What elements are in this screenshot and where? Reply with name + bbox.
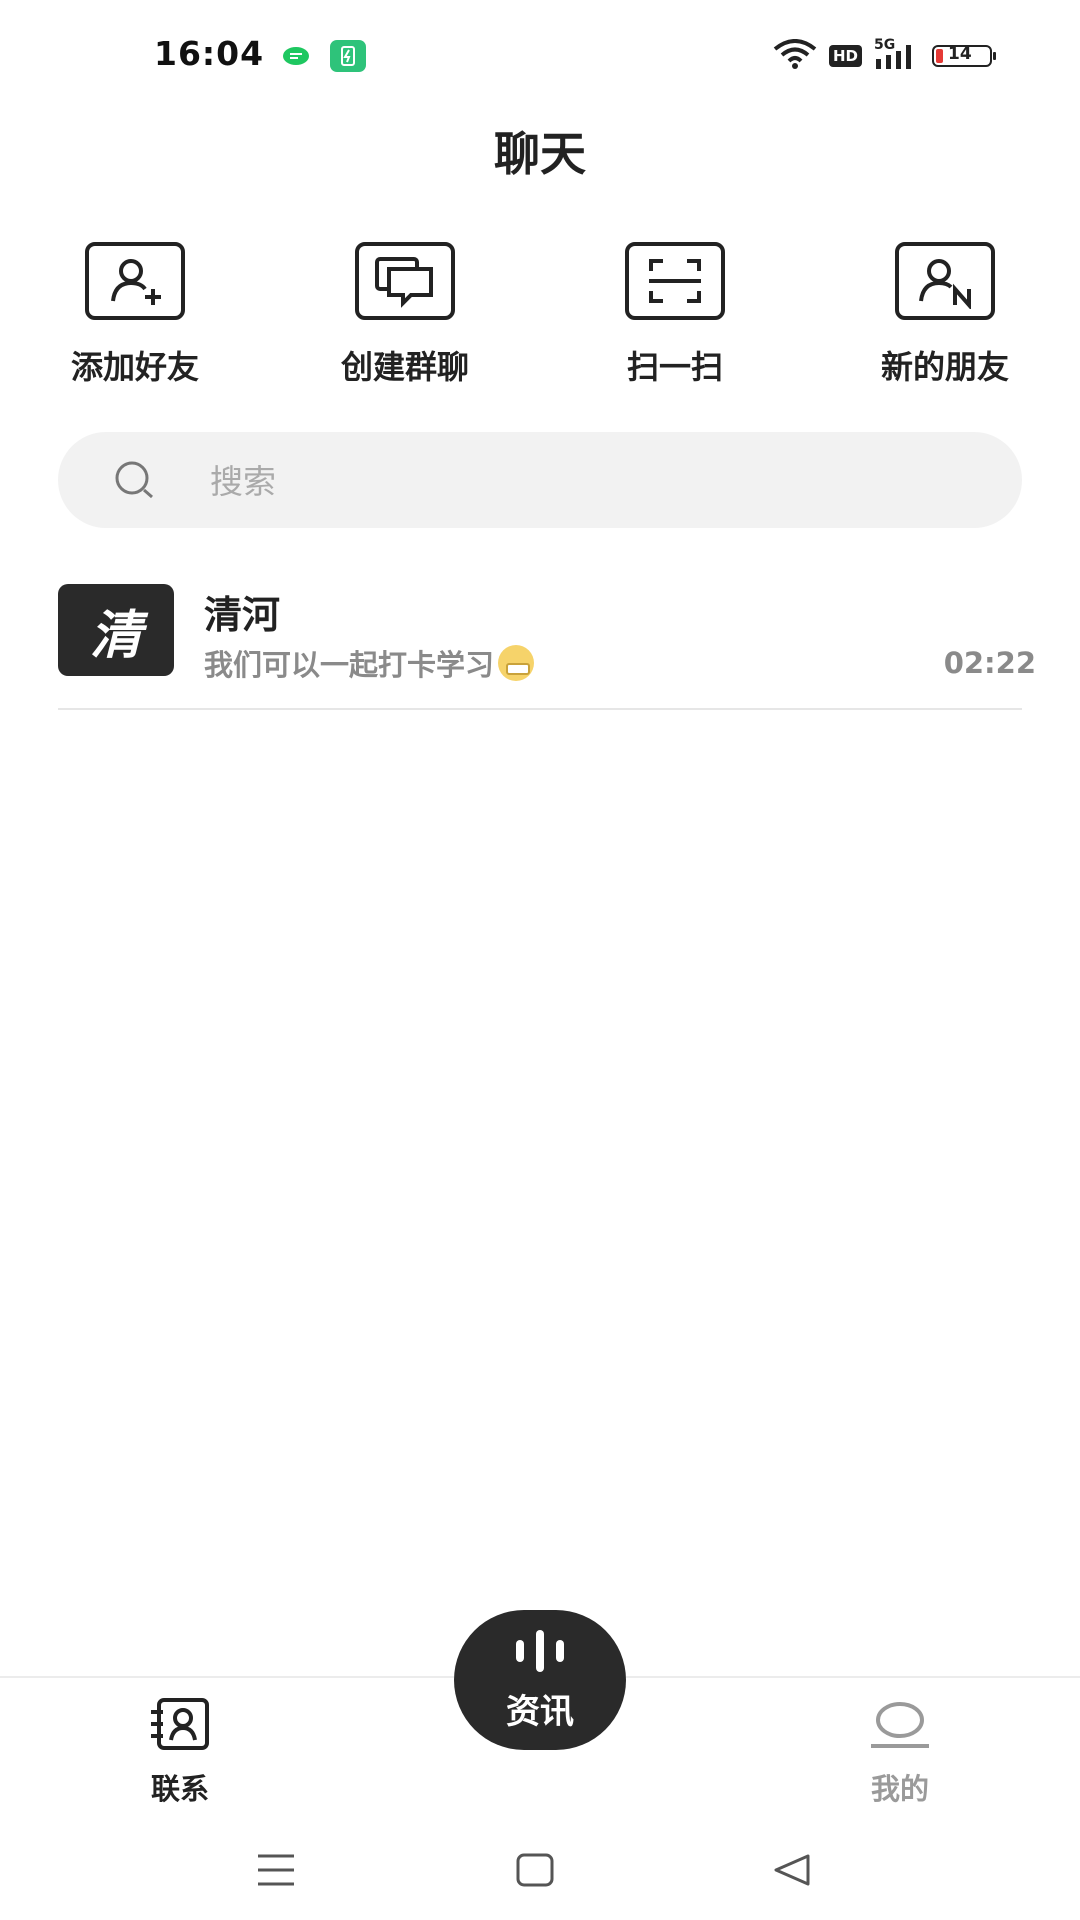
new-friends-button[interactable]: 新的朋友 [835,242,1055,388]
scan-label: 扫一扫 [626,348,723,386]
news-center-button[interactable]: 资讯 [454,1610,626,1750]
system-nav-bar [0,1830,1080,1920]
new-friend-icon [895,242,995,320]
chat-name: 清河 [204,593,281,637]
nav-mine-label: 我的 [870,1772,929,1806]
divider [58,708,1022,710]
add-friend-icon [85,242,185,320]
battery-icon: 14 [932,44,996,67]
back-icon[interactable] [772,1852,812,1892]
message-app-icon [282,46,310,70]
create-group-button[interactable]: 创建群聊 [295,242,515,388]
create-group-label: 创建群聊 [340,348,469,386]
hd-badge: HD [828,45,862,67]
chat-preview-text: 我们可以一起打卡学习 [204,648,495,682]
search-icon [114,460,158,504]
chat-time: 02:22 [943,646,1036,680]
profile-icon [865,1702,935,1756]
signal-icon: 5G [874,37,920,71]
nav-contacts[interactable]: 联系 [80,1696,280,1808]
status-time: 16:04 [154,34,265,73]
news-center-label: 资讯 [506,1691,574,1732]
menu-icon[interactable] [256,1852,296,1892]
quick-actions: 添加好友 创建群聊 扫一扫 新的朋友 [0,242,1080,402]
voice-bars-icon [510,1628,570,1676]
chat-list-item[interactable]: 清 清河 我们可以一起打卡学习 02:22 [58,584,1036,710]
add-friend-label: 添加好友 [70,348,199,386]
new-friends-label: 新的朋友 [880,348,1009,386]
page-title: 聊天 [494,127,586,181]
scan-button[interactable]: 扫一扫 [565,242,785,388]
network-type: 5G [874,37,896,53]
search-input[interactable] [208,454,992,508]
battery-saver-app-icon [330,40,366,76]
chat-preview: 我们可以一起打卡学习 [204,642,535,684]
group-chat-icon [355,242,455,320]
grin-emoji-icon [498,645,535,681]
nav-contacts-label: 联系 [150,1772,209,1806]
home-icon[interactable] [516,1852,554,1892]
avatar: 清 [58,584,174,676]
wifi-icon [773,39,817,73]
status-right-group: HD 5G 14 [773,36,996,76]
scan-icon [625,242,725,320]
status-bar: 16:04 HD 5G 14 [0,0,1080,110]
search-bar[interactable] [58,432,1022,528]
add-friend-button[interactable]: 添加好友 [25,242,245,388]
contacts-icon [145,1698,215,1756]
battery-level: 14 [948,44,972,64]
nav-mine[interactable]: 我的 [800,1696,1000,1808]
